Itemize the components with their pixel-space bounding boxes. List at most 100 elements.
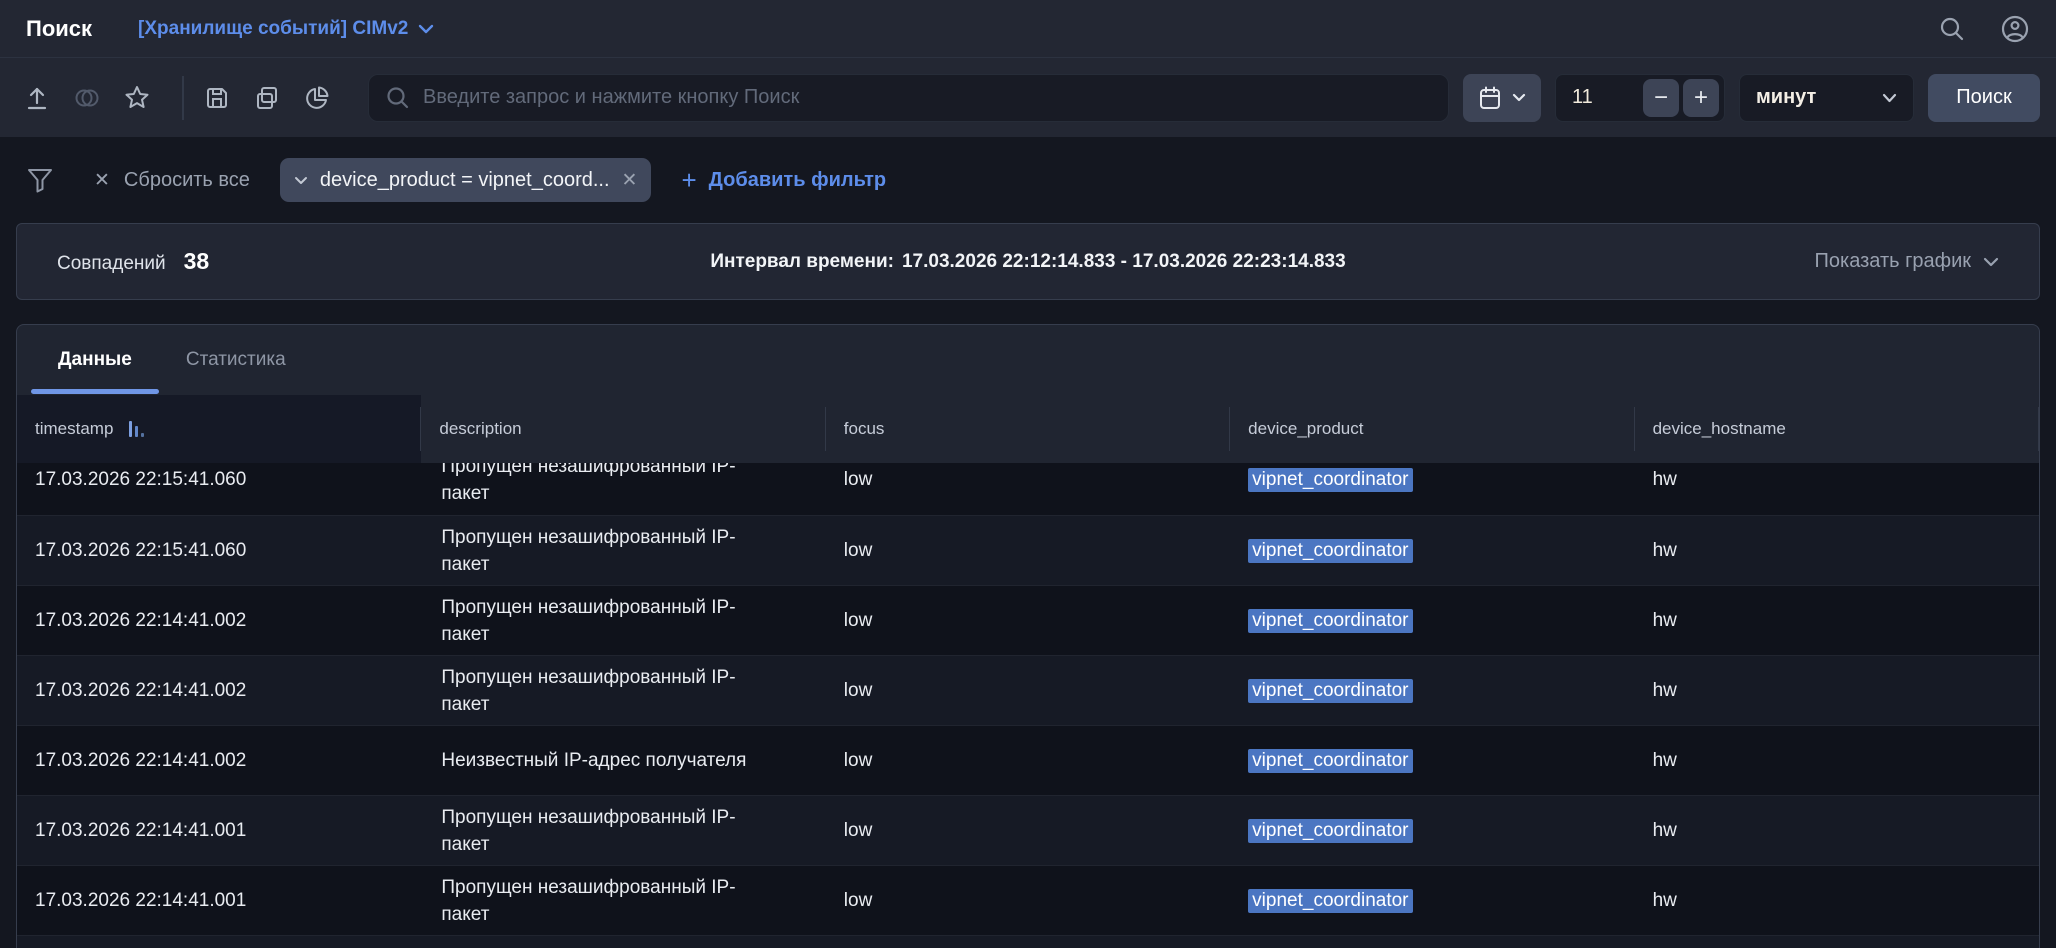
- results-tabs: Данные Статистика: [17, 325, 2039, 395]
- show-chart-label: Показать график: [1815, 250, 1972, 273]
- date-picker-button[interactable]: [1463, 74, 1541, 122]
- cell-device-hostname: hw: [1635, 656, 2039, 725]
- highlighted-value: vipnet_coordinator: [1248, 539, 1412, 563]
- results-summary-bar: Совпадений 38 Интервал времени:17.03.202…: [16, 223, 2040, 300]
- search-submit-button[interactable]: Поиск: [1928, 74, 2040, 122]
- filter-chip-label: device_product = vipnet_coord...: [320, 169, 610, 192]
- tab-statistics[interactable]: Статистика: [159, 325, 313, 395]
- table-row[interactable]: 17.03.2026 22:14:41.001 Пропущен незашиф…: [17, 865, 2039, 935]
- query-input-field[interactable]: [368, 74, 1449, 122]
- cell-focus: low: [826, 656, 1230, 725]
- user-account-button[interactable]: [2000, 14, 2030, 44]
- time-range-value[interactable]: 11: [1572, 86, 1593, 109]
- cell-device-product: vipnet_coordinator: [1230, 656, 1634, 725]
- global-search-button[interactable]: [1938, 15, 1966, 43]
- search-toolbar: 11 − + минут Поиск: [0, 58, 2056, 137]
- tab-data[interactable]: Данные: [31, 325, 159, 395]
- show-chart-toggle[interactable]: Показать график: [1815, 250, 2000, 273]
- favorite-button[interactable]: [124, 85, 150, 111]
- cell-timestamp: 17.03.2026 22:14:41.002: [17, 726, 421, 795]
- cell-device-product: vipnet_coordinator: [1230, 726, 1634, 795]
- cell-device-product: vipnet_coordinator: [1230, 796, 1634, 865]
- pie-chart-icon: [304, 85, 330, 111]
- cell-timestamp: 17.03.2026 22:15:41.060: [17, 463, 421, 515]
- time-range-stepper: 11 − +: [1555, 74, 1725, 122]
- highlighted-value: vipnet_coordinator: [1248, 889, 1412, 913]
- cell-device-hostname: hw: [1635, 516, 2039, 585]
- cell-timestamp: 17.03.2026 22:14:41.002: [17, 586, 421, 655]
- highlighted-value: vipnet_coordinator: [1248, 679, 1412, 703]
- save-icon: [204, 85, 230, 111]
- column-header-timestamp[interactable]: timestamp: [17, 395, 421, 463]
- time-interval-value: 17.03.2026 22:12:14.833 - 17.03.2026 22:…: [902, 251, 1346, 272]
- remove-filter-button[interactable]: ✕: [622, 169, 638, 192]
- cell-focus: low: [826, 586, 1230, 655]
- cell-focus: low: [826, 726, 1230, 795]
- time-interval: Интервал времени:17.03.2026 22:12:14.833…: [17, 251, 2039, 273]
- highlighted-value: vipnet_coordinator: [1248, 609, 1412, 633]
- save-query-button[interactable]: [204, 85, 230, 111]
- cell-description: Пропущен незашифрованный IP- пакет: [421, 796, 825, 865]
- top-bar: Поиск [Хранилище событий] CIMv2: [0, 0, 2056, 58]
- cell-device-hostname: hw: [1635, 463, 2039, 515]
- workspace-selector[interactable]: [Хранилище событий] CIMv2: [138, 18, 434, 40]
- funnel-icon: [26, 166, 54, 194]
- search-icon: [385, 85, 411, 111]
- cell-description: Пропущен незашифрованный IP- пакет: [421, 586, 825, 655]
- cell-focus: low: [826, 796, 1230, 865]
- correlation-button[interactable]: [74, 85, 100, 111]
- clear-all-filters-button[interactable]: ✕ Сбросить все: [94, 169, 250, 192]
- cell-timestamp: 17.03.2026 22:14:41.001: [17, 866, 421, 935]
- cell-device-product: vipnet_coordinator: [1230, 516, 1634, 585]
- cell-description: Пропущен незашифрованный IP- пакет: [421, 866, 825, 935]
- table-row[interactable]: 17.03.2026 22:15:41.060 Пропущен незашиф…: [17, 463, 2039, 515]
- query-input[interactable]: [423, 86, 1432, 109]
- cell-device-hostname: hw: [1635, 796, 2039, 865]
- export-button[interactable]: [24, 85, 50, 111]
- workspace-label: [Хранилище событий] CIMv2: [138, 18, 408, 40]
- cell-description: Пропущен незашифрованный IP- пакет: [421, 516, 825, 585]
- calendar-icon: [1478, 85, 1502, 111]
- table-row[interactable]: 17.03.2026 22:15:41.060 Пропущен незашиф…: [17, 515, 2039, 585]
- chevron-down-icon: [1882, 93, 1897, 103]
- increment-button[interactable]: +: [1683, 79, 1719, 117]
- copy-button[interactable]: [254, 85, 280, 111]
- cell-device-product: vipnet_coordinator: [1230, 586, 1634, 655]
- table-body[interactable]: 17.03.2026 22:15:41.060 Пропущен незашиф…: [17, 463, 2039, 948]
- cell-device-hostname: hw: [1635, 726, 2039, 795]
- venn-icon: [73, 85, 101, 111]
- cell-timestamp: 17.03.2026 22:14:41.002: [17, 656, 421, 725]
- add-filter-label: Добавить фильтр: [709, 169, 886, 192]
- highlighted-value: vipnet_coordinator: [1248, 468, 1412, 492]
- column-header-description[interactable]: description: [421, 395, 825, 463]
- page-title: Поиск: [26, 16, 92, 42]
- column-header-device-hostname[interactable]: device_hostname: [1635, 395, 2039, 463]
- sort-icon[interactable]: [127, 419, 147, 439]
- table-row[interactable]: 17.03.2026 22:14:41.002 Неизвестный IP-а…: [17, 725, 2039, 795]
- toolbar-divider: [182, 76, 184, 120]
- column-header-device-product[interactable]: device_product: [1230, 395, 1634, 463]
- cell-timestamp: 17.03.2026 22:14:41.001: [17, 796, 421, 865]
- table-row[interactable]: 17.03.2026 22:14:41.002 Пропущен незашиф…: [17, 655, 2039, 725]
- close-icon: ✕: [94, 169, 110, 192]
- table-row[interactable]: 17.03.2026 22:14:41.002 Пропущен незашиф…: [17, 585, 2039, 655]
- add-filter-button[interactable]: + Добавить фильтр: [681, 167, 886, 193]
- filter-chip[interactable]: device_product = vipnet_coord... ✕: [280, 158, 652, 202]
- cell-focus: low: [826, 463, 1230, 515]
- cell-focus: low: [826, 516, 1230, 585]
- cell-device-product: vipnet_coordinator: [1230, 866, 1634, 935]
- close-icon: ✕: [622, 170, 638, 191]
- upload-icon: [24, 85, 50, 111]
- results-panel: Данные Статистика timestamp description …: [16, 324, 2040, 948]
- star-icon: [123, 84, 151, 111]
- table-row[interactable]: 17.03.2026 22:14:41.001 Пропущен незашиф…: [17, 795, 2039, 865]
- chevron-down-icon: [1983, 257, 1999, 267]
- statistics-button[interactable]: [304, 85, 330, 111]
- table-header: timestamp description focus device_produ…: [17, 395, 2039, 463]
- copy-icon: [254, 85, 280, 111]
- time-unit-select[interactable]: минут: [1739, 74, 1914, 122]
- column-header-focus[interactable]: focus: [826, 395, 1230, 463]
- filter-bar: ✕ Сбросить все device_product = vipnet_c…: [0, 137, 2056, 223]
- decrement-button[interactable]: −: [1643, 79, 1679, 117]
- cell-timestamp: 17.03.2026 22:15:41.060: [17, 516, 421, 585]
